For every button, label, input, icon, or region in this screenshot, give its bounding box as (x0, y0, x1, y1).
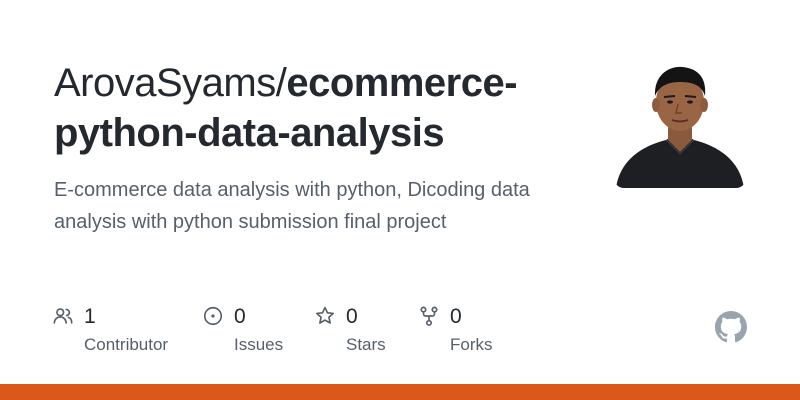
person-avatar-icon (614, 60, 746, 188)
repo-social-card: ArovaSyams/ecommerce-python-data-analysi… (0, 0, 800, 400)
repo-owner: ArovaSyams/ (54, 61, 287, 105)
issue-icon (203, 306, 223, 326)
stat-label: Forks (450, 335, 493, 354)
stat-label: Stars (346, 335, 386, 354)
avatar (614, 60, 746, 188)
repo-description: E-commerce data analysis with python, Di… (54, 179, 530, 233)
github-mark-icon[interactable] (715, 311, 747, 343)
repo-stats: 1 Contributor 0 Issues 0 Stars 0 Forks (52, 302, 572, 362)
fork-icon (420, 306, 438, 326)
language-bar (0, 384, 800, 400)
people-icon (53, 308, 73, 324)
language-bar-segment (0, 384, 800, 400)
repo-title[interactable]: ArovaSyams/ecommerce-python-data-analysi… (54, 58, 554, 158)
stat-value: 1 (84, 305, 96, 328)
stat-label: Contributor (84, 335, 169, 354)
stat-label: Issues (234, 335, 284, 354)
star-icon (316, 306, 334, 324)
stat-value: 0 (450, 305, 462, 328)
stat-value: 0 (234, 305, 246, 328)
stat-value: 0 (346, 305, 358, 328)
